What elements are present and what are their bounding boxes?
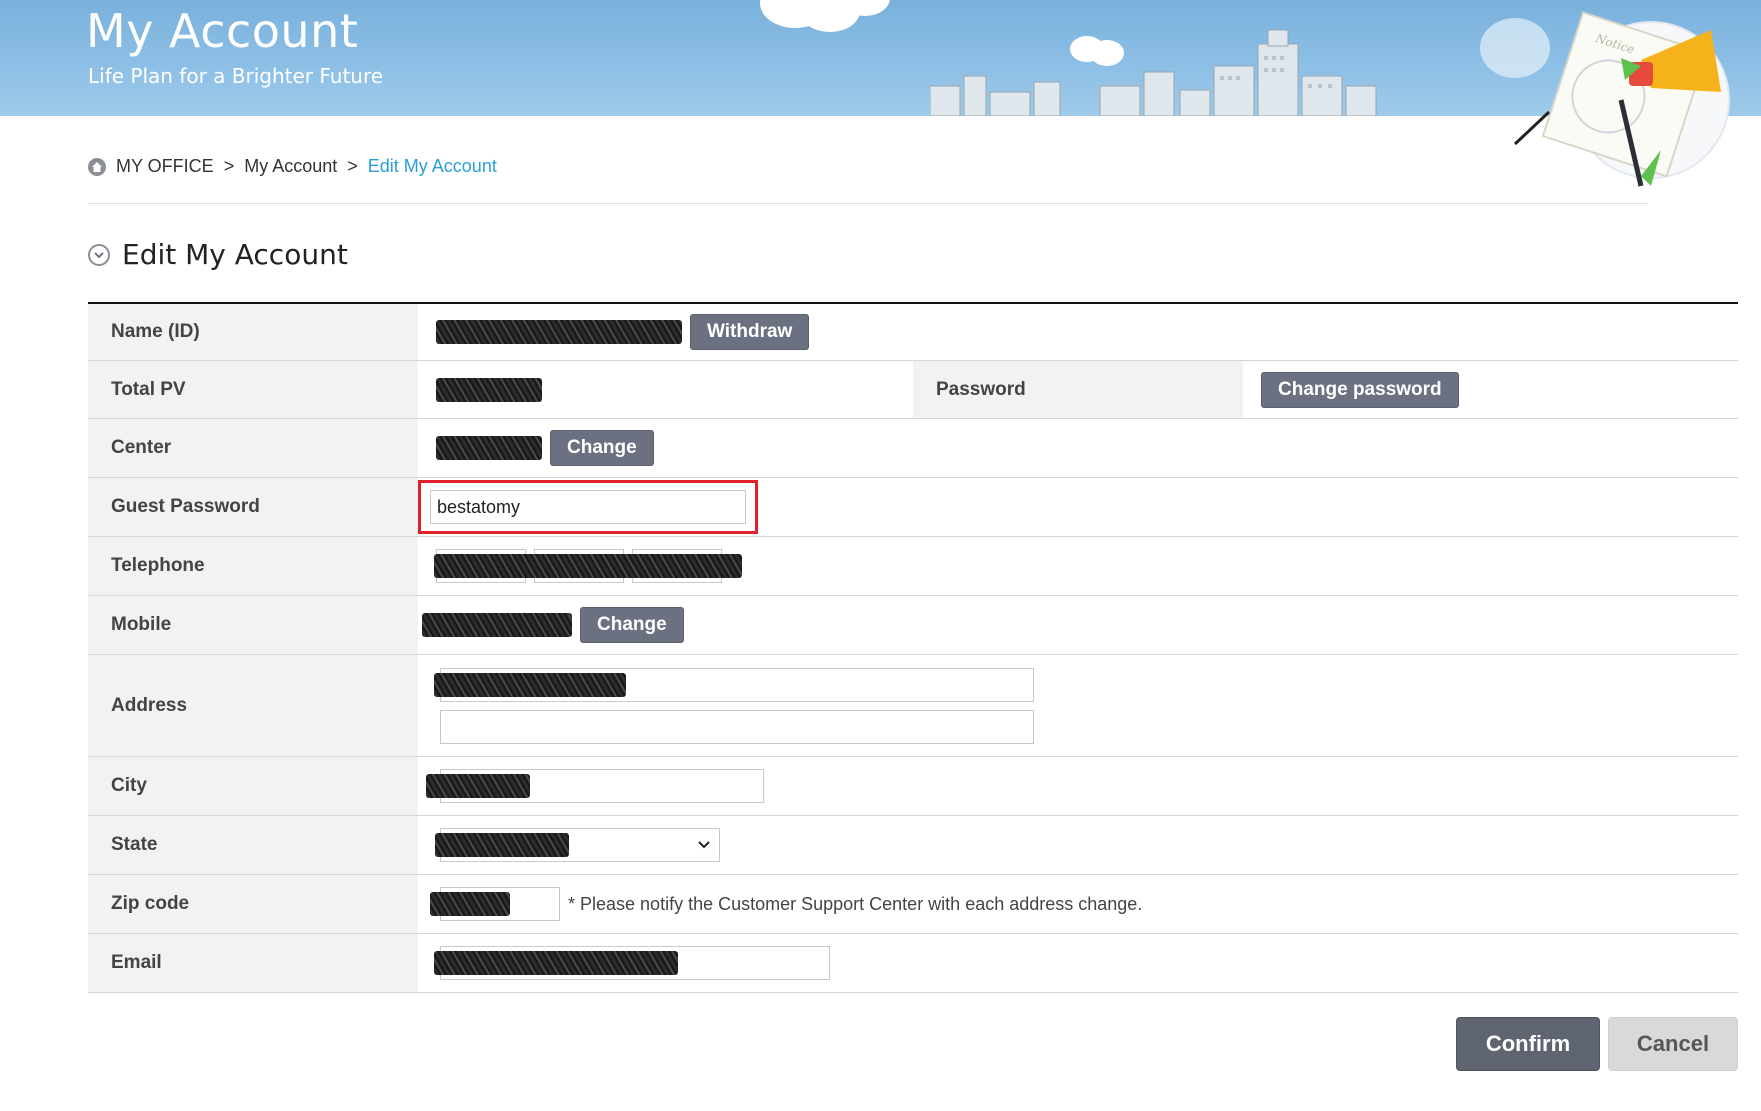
breadcrumb-edit-my-account[interactable]: Edit My Account (368, 156, 497, 177)
home-icon[interactable] (88, 157, 106, 176)
name-label: Name (ID) (88, 304, 418, 360)
center-change-button[interactable]: Change (550, 430, 654, 466)
confirm-button[interactable]: Confirm (1456, 1017, 1600, 1071)
form-row-name: Name (ID) Withdraw (88, 304, 1738, 361)
center-label: Center (88, 419, 418, 477)
form-row-email: Email (88, 934, 1738, 993)
page-title: Edit My Account (122, 238, 348, 271)
chevron-down-icon (698, 841, 710, 849)
guest-password-input[interactable] (430, 490, 746, 524)
zip-label: Zip code (88, 875, 418, 933)
form-row-zip: Zip code * Please notify the Customer Su… (88, 875, 1738, 934)
breadcrumb-separator: > (347, 156, 358, 176)
form-row-total-pv: Total PV Password Change password (88, 361, 1738, 419)
breadcrumb-divider (88, 203, 1648, 204)
password-label: Password (913, 361, 1243, 418)
address-line-2-input[interactable] (440, 709, 1034, 744)
redacted-state-value (435, 833, 569, 857)
form-row-telephone: Telephone (88, 537, 1738, 596)
change-password-button[interactable]: Change password (1261, 371, 1459, 408)
form-row-mobile: Mobile Change (88, 596, 1738, 655)
section-header: Edit My Account (88, 238, 348, 271)
form-row-state: State (88, 816, 1738, 875)
guest-password-highlight (418, 480, 758, 534)
form-row-guest-password: Guest Password (88, 478, 1738, 537)
redacted-city-value (426, 774, 530, 798)
guest-password-label: Guest Password (88, 478, 418, 536)
banner-title: My Account (86, 4, 359, 58)
redacted-total-pv-value (436, 377, 542, 402)
breadcrumb-my-account[interactable]: My Account (244, 156, 337, 177)
mobile-label: Mobile (88, 596, 418, 654)
redacted-mobile-value (422, 613, 572, 637)
notice-megaphone-illustration: Notice (1513, 11, 1730, 187)
form-row-center: Center Change (88, 419, 1738, 478)
edit-account-form: Name (ID) Withdraw Total PV Password Cha… (88, 302, 1738, 993)
chevron-down-circle-icon (88, 243, 110, 266)
redacted-zip-value (430, 892, 510, 916)
redacted-address-value (434, 672, 626, 697)
telephone-label: Telephone (88, 537, 418, 595)
breadcrumb: MY OFFICE > My Account > Edit My Account (88, 156, 497, 177)
banner-subtitle: Life Plan for a Brighter Future (88, 64, 384, 88)
breadcrumb-my-office[interactable]: MY OFFICE (116, 156, 214, 177)
redacted-center-value (436, 436, 542, 460)
state-select[interactable] (435, 828, 720, 862)
redacted-telephone-value (434, 554, 742, 578)
redacted-name-value (436, 320, 682, 344)
form-row-city: City (88, 757, 1738, 816)
email-label: Email (88, 934, 418, 992)
cancel-button[interactable]: Cancel (1608, 1017, 1738, 1071)
withdraw-button[interactable]: Withdraw (690, 314, 810, 350)
redacted-email-value (434, 951, 678, 975)
form-row-address: Address (88, 655, 1738, 757)
total-pv-label: Total PV (88, 361, 418, 418)
state-label: State (88, 816, 418, 874)
mobile-change-button[interactable]: Change (580, 607, 684, 643)
address-change-note: * Please notify the Customer Support Cen… (568, 893, 1143, 914)
header-banner: My Account Life Plan for a Brighter Futu… (0, 0, 1761, 116)
breadcrumb-separator: > (223, 156, 235, 176)
city-label: City (88, 757, 418, 815)
city-skyline-illustration (930, 29, 1377, 116)
address-label: Address (88, 655, 418, 756)
